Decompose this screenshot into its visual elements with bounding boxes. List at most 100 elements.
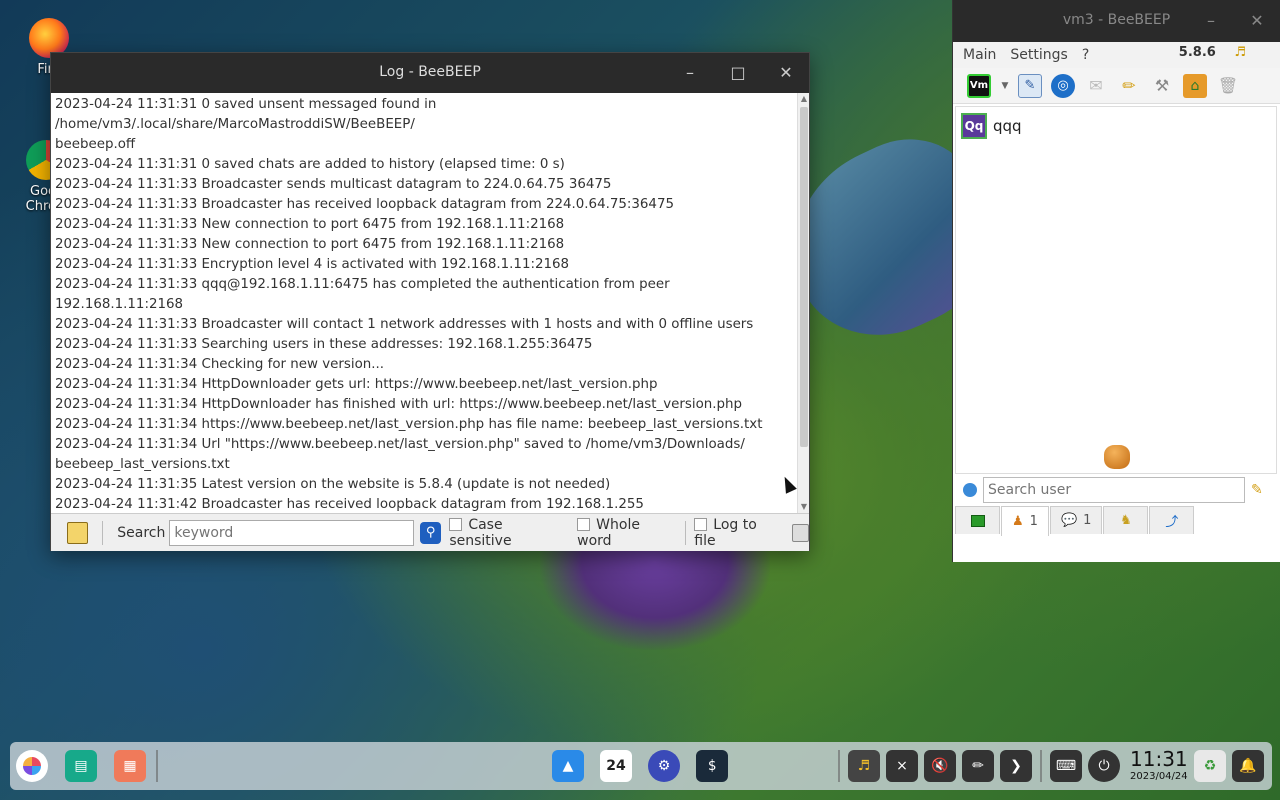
log-line: 2023-04-24 11:31:33 New connection to po…: [55, 217, 565, 232]
clear-search-icon[interactable]: ✎: [1251, 482, 1263, 498]
menu-help[interactable]: ?: [1082, 47, 1089, 63]
groups-icon: ♞: [1120, 513, 1132, 528]
scroll-up-icon[interactable]: ▲: [798, 93, 810, 105]
tab-groups[interactable]: ♞: [1103, 506, 1149, 534]
tab-users[interactable]: ♟ 1: [1001, 506, 1049, 536]
chevron-down-icon[interactable]: ▼: [1000, 74, 1010, 98]
beebeep-tray-icon[interactable]: ♬: [848, 750, 880, 782]
minimize-icon[interactable]: –: [678, 61, 702, 85]
keyboard-icon[interactable]: ⌨: [1050, 750, 1082, 782]
chevron-right-icon[interactable]: ❯: [1000, 750, 1032, 782]
tab-files[interactable]: ⤴: [1149, 506, 1195, 534]
log-scrollbar[interactable]: ▲ ▼: [797, 93, 809, 513]
minimize-icon[interactable]: –: [1199, 9, 1223, 33]
close-icon[interactable]: ✕: [1245, 9, 1269, 33]
avatar: Qq: [961, 113, 987, 139]
log-line: 2023-04-24 11:31:34 HttpDownloader has f…: [55, 397, 742, 412]
notification-bell-icon[interactable]: 🔔: [1232, 750, 1264, 782]
search-icon[interactable]: ⚲: [420, 521, 442, 544]
log-line: 2023-04-24 11:31:33 Broadcaster has rece…: [55, 197, 674, 212]
log-line: 2023-04-24 11:31:33 Searching users in t…: [55, 337, 593, 352]
power-icon[interactable]: ⏻: [1088, 750, 1120, 782]
log-line: 2023-04-24 11:31:34 Url "https://www.bee…: [55, 437, 745, 472]
app-store-icon[interactable]: ▦: [114, 750, 146, 782]
tools-icon[interactable]: ⚒: [1150, 74, 1174, 98]
search-label: Search: [117, 524, 166, 541]
user-list[interactable]: Qq qqq: [955, 106, 1277, 474]
log-text-area[interactable]: 2023-04-24 11:31:31 0 saved unsent messa…: [51, 93, 798, 513]
beebeep-window-title: vm3 - BeeBEEP: [1062, 12, 1171, 28]
log-line: 2023-04-24 11:31:33 Broadcaster sends mu…: [55, 177, 612, 192]
beebeep-titlebar[interactable]: vm3 - BeeBEEP – ✕: [953, 0, 1280, 42]
menu-settings[interactable]: Settings: [1010, 47, 1067, 63]
tab-count: 1: [1083, 513, 1092, 528]
pencil-icon[interactable]: ✏: [1117, 74, 1141, 98]
save-log-icon[interactable]: [67, 521, 89, 544]
log-line: 2023-04-24 11:31:35 Latest version on th…: [55, 477, 611, 492]
desktop-icon-label: Goo: [30, 184, 56, 199]
toolbar-divider: [102, 520, 104, 545]
log-window-titlebar[interactable]: Log - BeeBEEP – □ ✕: [51, 53, 809, 93]
status-icon[interactable]: Vm: [967, 73, 991, 98]
taskbar: ▤ ▦ ▲ 24 ⚙ $ ♬ × 🔇 ✏ ❯ ⌨ ⏻ 11:31 2023/04…: [10, 742, 1272, 790]
mail-icon[interactable]: ✉: [1084, 74, 1108, 98]
checkbox-box[interactable]: [449, 518, 463, 531]
version-number: 5.8.6: [1178, 45, 1216, 60]
search-input[interactable]: [169, 519, 415, 546]
user-name: qqq: [993, 117, 1022, 135]
edit-profile-icon[interactable]: ✎: [1018, 73, 1042, 98]
clock[interactable]: 11:31 2023/04/24: [1130, 747, 1188, 782]
list-item[interactable]: Qq qqq: [956, 107, 1276, 145]
maximize-icon[interactable]: □: [726, 61, 750, 85]
log-line: 2023-04-24 11:31:33 New connection to po…: [55, 237, 565, 252]
tray-app-icon[interactable]: ×: [886, 750, 918, 782]
search-user-row: ✎: [953, 475, 1280, 505]
checkbox-box[interactable]: [577, 518, 591, 531]
multitask-view-icon[interactable]: ▤: [65, 750, 97, 782]
screenshot-icon[interactable]: ✏: [962, 750, 994, 782]
search-options-icon[interactable]: [963, 483, 977, 497]
desktop-icon-chrome[interactable]: Goo Chro: [6, 140, 56, 214]
calendar-icon[interactable]: 24: [600, 750, 632, 782]
bottom-tabs: ♟ 1 💬 1 ♞ ⤴: [953, 506, 1195, 536]
search-user-input[interactable]: [983, 477, 1245, 503]
close-icon[interactable]: ✕: [774, 61, 798, 85]
calendar-day: 24: [606, 758, 626, 774]
log-toolbar: Search ⚲ Case sensitive Whole word Log t…: [51, 513, 810, 551]
launcher-icon[interactable]: [16, 750, 48, 782]
log-line: 2023-04-24 11:31:34 HttpDownloader gets …: [55, 377, 658, 392]
trash-icon[interactable]: 🗑: [1216, 74, 1240, 98]
network-icon[interactable]: ◎: [1051, 73, 1075, 98]
tab-chat-list[interactable]: [955, 506, 1000, 534]
scrollbar-thumb[interactable]: [800, 107, 808, 447]
home-icon[interactable]: ⌂: [1183, 73, 1207, 98]
main-toolbar: Vm ▼ ✎ ◎ ✉ ✏ ⚒ ⌂ 🗑: [953, 68, 1280, 104]
tab-chats[interactable]: 💬 1: [1049, 506, 1103, 534]
trash-bin-icon[interactable]: ♻: [1194, 750, 1226, 782]
log-line: 2023-04-24 11:31:31 0 saved chats are ad…: [55, 157, 565, 172]
log-line: 2023-04-24 11:31:33 Encryption level 4 i…: [55, 257, 570, 272]
wallpaper-flower: [540, 540, 770, 650]
clock-date: 2023/04/24: [1130, 771, 1188, 782]
chats-icon: 💬: [1060, 513, 1078, 528]
log-line: 2023-04-24 11:31:34 Checking for new ver…: [55, 357, 385, 372]
file-manager-icon[interactable]: ▲: [552, 750, 584, 782]
terminal-icon[interactable]: $: [696, 750, 728, 782]
log-line: 2023-04-24 11:31:33 qqq@192.168.1.11:647…: [55, 277, 674, 312]
log-file-icon[interactable]: [791, 523, 810, 542]
log-line: 2023-04-24 11:31:33 Broadcaster will con…: [55, 317, 754, 332]
terminal-label: $: [707, 758, 717, 774]
whole-word-checkbox[interactable]: Whole word: [577, 517, 675, 549]
menu-main[interactable]: Main: [963, 47, 996, 63]
settings-gear-icon[interactable]: ⚙: [648, 750, 680, 782]
menu-bar: Main Settings ? 5.8.6 ♬: [953, 42, 1280, 68]
checkbox-box[interactable]: [694, 518, 708, 531]
taskbar-divider: [156, 750, 158, 782]
log-to-file-checkbox[interactable]: Log to file: [694, 517, 779, 549]
chat-icon: [970, 514, 985, 527]
case-sensitive-checkbox[interactable]: Case sensitive: [449, 517, 565, 549]
volume-mute-icon[interactable]: 🔇: [924, 750, 956, 782]
log-line: 2023-04-24 11:31:42 Broadcaster has rece…: [55, 497, 644, 512]
share-icon: ⤴: [1165, 515, 1179, 530]
scroll-down-icon[interactable]: ▼: [798, 501, 810, 513]
